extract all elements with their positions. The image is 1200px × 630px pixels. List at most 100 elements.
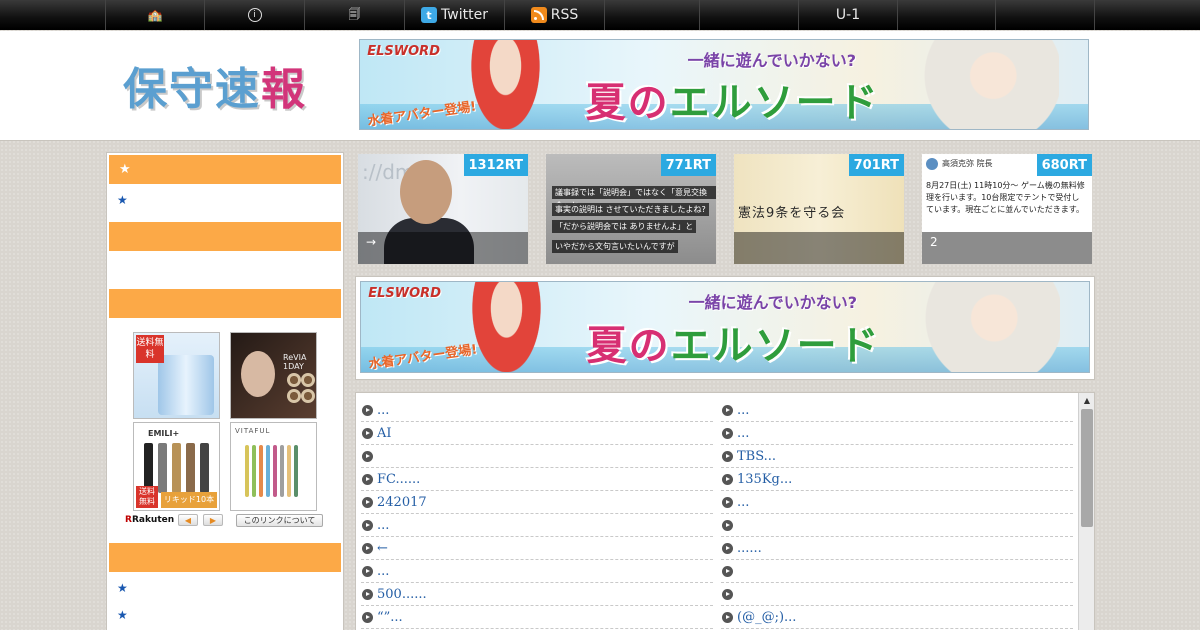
article-link[interactable]: 500...... — [377, 587, 427, 602]
nav-item-u1[interactable]: U-1 — [799, 0, 898, 30]
article-link[interactable]: (@_@;)... — [737, 610, 796, 625]
article-link[interactable]: ...... — [737, 541, 762, 556]
list-item[interactable]: ... — [361, 399, 713, 422]
list-item[interactable]: ...... — [721, 537, 1073, 560]
banner-title-part1: 夏の — [585, 80, 670, 127]
subtitle-text: 議事録では「説明会」ではなく「意見交換会」と — [552, 186, 716, 210]
list-item[interactable]: (@_@;)... — [721, 606, 1073, 629]
play-bullet-icon — [362, 565, 373, 577]
play-bullet-icon — [722, 542, 733, 554]
list-item[interactable]: FC...... — [361, 468, 713, 491]
info-icon: i — [247, 8, 262, 22]
list-item[interactable]: ← — [361, 537, 713, 560]
article-link[interactable]: ... — [377, 403, 389, 418]
thumb-caption: → — [358, 232, 528, 264]
pen-image — [259, 445, 263, 497]
list-item[interactable]: TBS... — [721, 445, 1073, 468]
logo-text-accent: 報 — [261, 64, 307, 115]
article-link[interactable]: FC...... — [377, 472, 420, 487]
list-item[interactable]: ... — [721, 422, 1073, 445]
list-item[interactable] — [721, 560, 1073, 583]
banner-title: 夏のエルソード — [586, 70, 880, 128]
pen-image — [287, 445, 291, 497]
product-e-cigarette[interactable]: EMILI+ 送料無料 リキッド10本プレゼント — [133, 422, 220, 511]
sidebar-link-3[interactable]: ★ — [117, 608, 128, 622]
list-item[interactable]: ... — [721, 491, 1073, 514]
product-water[interactable]: 送料無料 — [133, 332, 220, 419]
play-bullet-icon — [362, 496, 373, 508]
list-item[interactable]: ... — [721, 399, 1073, 422]
subtitle-row: 議事録では「説明会」ではなく「意見交換会」と — [552, 186, 716, 210]
site-logo[interactable]: 保守速報 — [123, 53, 307, 117]
list-item[interactable]: 242017 — [361, 491, 713, 514]
about-link-button[interactable]: このリンクについて — [236, 514, 323, 527]
banner-catchphrase: 一緒に遊んでいかない? — [688, 293, 858, 313]
nav-item-9[interactable] — [898, 0, 996, 30]
list-scrollbar[interactable]: ▲ — [1078, 393, 1094, 630]
list-item[interactable]: ... — [361, 514, 713, 537]
thumbnail-card-3[interactable]: 憲法9条を守る会 701RT — [734, 154, 904, 264]
list-item[interactable]: “”... — [361, 606, 713, 629]
sidebar-link-2[interactable]: ★ — [117, 581, 128, 595]
pen-image — [200, 443, 209, 493]
rakuten-label: Rakuten — [131, 515, 175, 525]
list-item[interactable]: ... — [361, 560, 713, 583]
play-bullet-icon — [722, 519, 733, 531]
article-link[interactable]: TBS... — [737, 449, 776, 464]
list-item[interactable] — [361, 445, 713, 468]
article-link[interactable]: ← — [377, 541, 388, 556]
list-item[interactable]: 135Kg... — [721, 468, 1073, 491]
article-link[interactable]: “”... — [377, 610, 403, 625]
next-button[interactable]: ▶ — [203, 514, 223, 526]
list-item[interactable]: AI — [361, 422, 713, 445]
sidebar-section-header-4 — [109, 543, 341, 572]
free-shipping-tag: 送料無料 — [136, 335, 164, 363]
thumbnail-card-4[interactable]: 高須克弥 院長 8月27日(土) 11時10分〜 ゲーム機の無料修理を行います。… — [922, 154, 1092, 264]
scrollbar-thumb[interactable] — [1081, 409, 1093, 527]
article-link[interactable]: ... — [737, 495, 749, 510]
article-link[interactable]: 135Kg... — [737, 472, 792, 487]
scroll-up-arrow-icon[interactable]: ▲ — [1079, 393, 1094, 407]
banner-character-red — [461, 40, 550, 129]
sidebar-link-1[interactable]: ★ — [117, 193, 128, 207]
thumbnail-card-1[interactable]: ://dm → 1312RT — [358, 154, 528, 264]
nav-item-twitter[interactable]: t Twitter — [405, 0, 505, 30]
nav-item-archive[interactable]: 🗐 — [305, 0, 405, 30]
article-link[interactable]: 242017 — [377, 495, 427, 510]
lens-icon — [301, 373, 315, 387]
nav-item-6[interactable] — [605, 0, 700, 30]
subtitle-row: 「だから説明会では ありませんよ」と — [552, 220, 697, 233]
nav-item-7[interactable] — [700, 0, 799, 30]
pen-image — [252, 445, 256, 497]
banner-title-part2: エルソード — [670, 322, 881, 369]
list-item[interactable] — [721, 583, 1073, 606]
nav-item-10[interactable] — [996, 0, 1095, 30]
prev-button[interactable]: ◀ — [178, 514, 198, 526]
play-bullet-icon — [722, 473, 733, 485]
thumb-caption — [734, 232, 904, 264]
article-link[interactable]: ... — [377, 564, 389, 579]
retweet-count-badge: 771RT — [660, 154, 716, 176]
thumbnail-card-2[interactable]: 議事録では「説明会」ではなく「意見交換会」と 事実の説明は させていただきました… — [546, 154, 716, 264]
nav-item-home[interactable]: 🏫 — [105, 0, 205, 30]
free-shipping-tag: 送料無料 — [136, 486, 158, 508]
nav-item-rss[interactable]: RSS — [505, 0, 605, 30]
play-bullet-icon — [722, 450, 733, 462]
main-ad-banner[interactable]: ELSWORD 水着アバター登場! 一緒に遊んでいかない? 夏のエルソード — [360, 281, 1090, 373]
article-link[interactable]: AI — [377, 426, 392, 441]
thumb-sign-text: 憲法9条を守る会 — [738, 206, 846, 221]
product-contact-lens[interactable]: ReVIA 1DAY — [230, 332, 317, 419]
nav-item-about[interactable]: i — [205, 0, 305, 30]
article-link[interactable]: ... — [377, 518, 389, 533]
water-bottle-image — [158, 355, 214, 415]
product-vitaful[interactable]: VITAFUL — [230, 422, 317, 511]
subtitle-row: 事実の説明は させていただきましたよね? — [552, 203, 709, 216]
list-item[interactable] — [721, 514, 1073, 537]
building-icon: 🏫 — [147, 8, 163, 22]
article-link[interactable]: ... — [737, 403, 749, 418]
article-link[interactable]: ... — [737, 426, 749, 441]
list-item[interactable]: 500...... — [361, 583, 713, 606]
header-ad-banner[interactable]: ELSWORD 水着アバター登場! 一緒に遊んでいかない? 夏のエルソード — [359, 39, 1089, 130]
lens-icon — [287, 373, 301, 387]
